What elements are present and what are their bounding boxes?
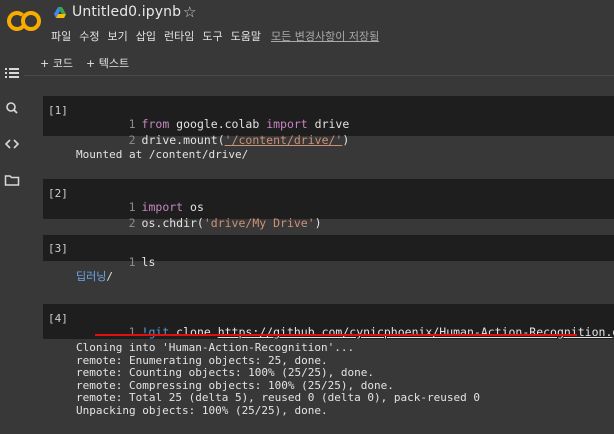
cell-prompt: [2] [48, 187, 68, 200]
notebook-area: [1] 1 from google.colab import drive 2 dri… [24, 77, 614, 434]
code-text: ) [314, 216, 322, 230]
add-text-button[interactable]: + 텍스트 [86, 55, 129, 71]
code-snippets-icon[interactable] [4, 137, 20, 151]
string-literal: 'drive/My Drive' [203, 216, 315, 230]
directory-link[interactable]: 딥러닝 [76, 270, 106, 283]
star-icon[interactable]: ☆ [183, 3, 196, 21]
header: Untitled0.ipynb ☆ 파일 수정 보기 삽입 런타임 도구 도움말… [0, 0, 614, 52]
cell-prompt: [1] [48, 104, 68, 117]
save-status[interactable]: 모든 변경사항이 저장됨 [271, 28, 379, 44]
line-number: 1 [128, 255, 136, 269]
code-cell[interactable]: [2] 1 import os 2 os.chdir('drive/My Drive… [43, 179, 614, 230]
output-text: / [106, 270, 113, 283]
cell-prompt: [3] [48, 242, 68, 255]
shell-command: !git [141, 325, 170, 339]
code-text: os.chdir( [141, 216, 204, 230]
code-cell[interactable]: [3] 1 ls [43, 235, 614, 269]
menu-runtime[interactable]: 런타임 [164, 28, 194, 44]
line-number: 2 [128, 216, 136, 230]
code-cell[interactable]: [1] 1 from google.colab import drive 2 dri… [43, 96, 614, 147]
toc-icon[interactable] [4, 66, 20, 80]
repo-url[interactable]: https://github.com/cynicphoenix/Human-Ac… [218, 325, 614, 339]
red-highlight-underline [95, 334, 577, 336]
code-text: clone [169, 325, 218, 339]
drive-icon[interactable] [53, 6, 67, 20]
menu-help[interactable]: 도움말 [231, 28, 261, 44]
menu-insert[interactable]: 삽입 [136, 28, 156, 44]
toolbar: + 코드 + 텍스트 [24, 52, 614, 76]
output-line: Cloning into 'Human-Action-Recognition'.… [76, 341, 355, 354]
search-icon[interactable] [4, 101, 20, 115]
line-number: 2 [128, 133, 136, 147]
line-number: 1 [128, 325, 136, 339]
menu-file[interactable]: 파일 [51, 28, 71, 44]
notebook-title[interactable]: Untitled0.ipynb [72, 4, 181, 20]
colab-logo-icon[interactable] [7, 10, 41, 32]
output-line: Unpacking objects: 100% (25/25), done. [76, 403, 328, 417]
add-code-button[interactable]: + 코드 [40, 55, 73, 71]
code-text: drive.mount( [141, 133, 225, 147]
code-text: ) [342, 133, 350, 147]
code-cell[interactable]: [4] 1 !git clone https://github.com/cynic… [43, 304, 614, 339]
folder-icon[interactable] [4, 173, 20, 187]
cell-output: Mounted at /content/drive/ [76, 148, 249, 161]
menu-tools[interactable]: 도구 [202, 28, 222, 44]
menu-edit[interactable]: 수정 [79, 28, 99, 44]
output-line: remote: Total 25 (delta 5), reused 0 (de… [76, 391, 480, 404]
cell-prompt: [4] [48, 312, 68, 325]
menu-view[interactable]: 보기 [108, 28, 128, 44]
cell-output: Cloning into 'Human-Action-Recognition'.… [76, 341, 480, 417]
code-text: ls [141, 255, 156, 269]
cell-output: 딥러닝/ [76, 270, 113, 284]
output-line: remote: Counting objects: 100% (25/25), … [76, 366, 375, 379]
menu-bar: 파일 수정 보기 삽입 런타임 도구 도움말 모든 변경사항이 저장됨 [51, 28, 387, 44]
left-rail [0, 52, 24, 434]
string-literal: '/content/drive/' [224, 133, 343, 147]
